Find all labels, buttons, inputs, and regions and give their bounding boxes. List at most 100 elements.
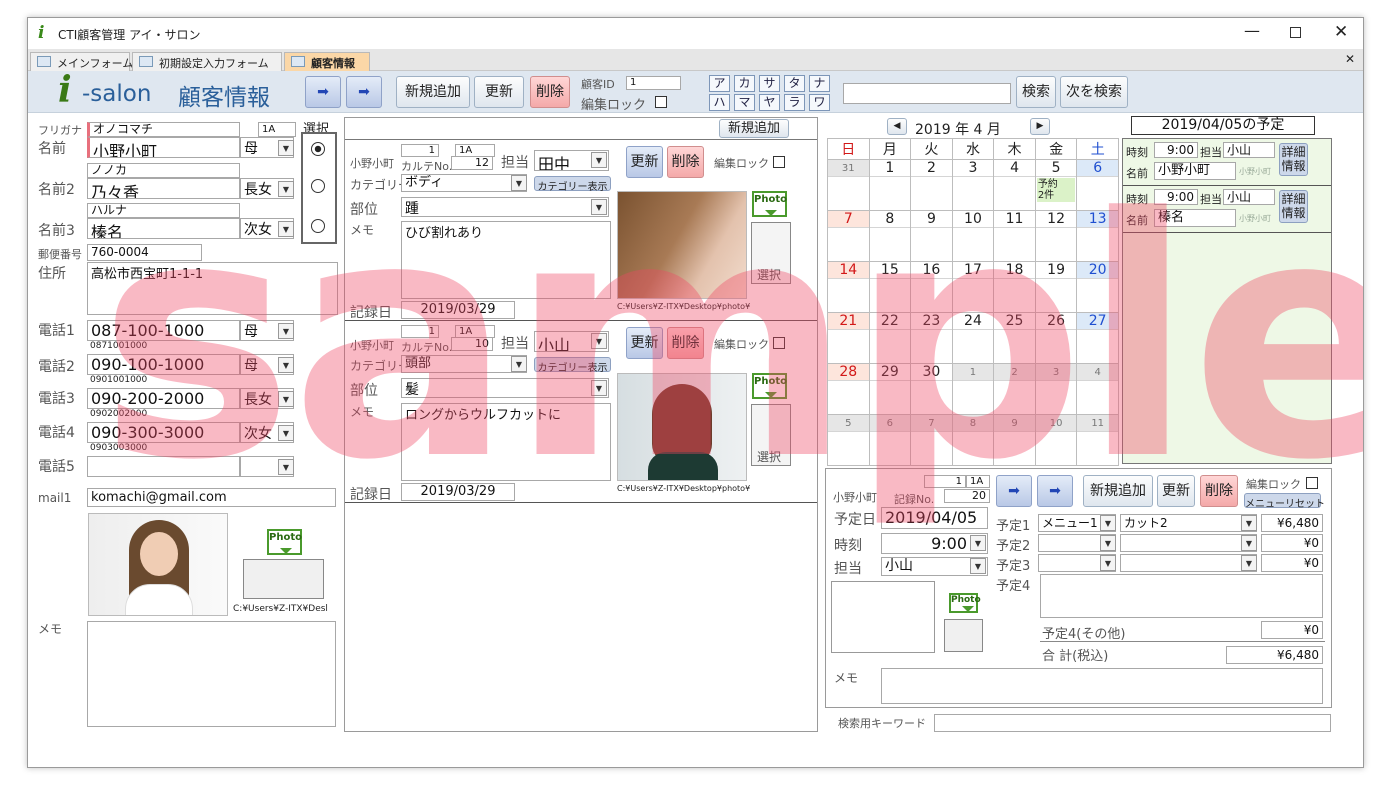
minimize-icon[interactable]: — (1244, 21, 1260, 40)
record2-cat-display-button[interactable]: カテゴリー表示 (534, 357, 611, 374)
calendar-day[interactable]: 29 (868, 363, 912, 415)
calendar-day[interactable]: 18 (993, 261, 1036, 313)
record2-photo-button[interactable]: Photo (752, 373, 787, 399)
calendar-day[interactable]: 1 (951, 363, 995, 415)
menu-reset-button[interactable]: メニューリセット (1244, 493, 1325, 510)
next-record-button[interactable]: ➡ (346, 76, 382, 108)
calendar-day[interactable]: 15 (868, 261, 912, 313)
calendar-day[interactable]: 28 (827, 363, 870, 415)
add-record-button[interactable]: 新規追加 (719, 119, 789, 138)
calendar-day[interactable]: 13 (1076, 210, 1119, 262)
prev-record-button[interactable]: ➡ (305, 76, 341, 108)
phone1-field[interactable]: 087-100-1000 (87, 320, 240, 341)
calendar-day[interactable]: 3 (1034, 363, 1078, 415)
name-field[interactable]: 小野小町 (87, 137, 240, 158)
chevron-down-icon[interactable]: ▼ (278, 357, 294, 373)
calendar-day[interactable]: 5 (827, 414, 870, 466)
record2-lock-checkbox[interactable] (773, 337, 785, 349)
calendar-day[interactable]: 26 (1034, 312, 1078, 364)
calendar-day[interactable]: 8 (868, 210, 912, 262)
chevron-down-icon[interactable]: ▼ (1241, 535, 1257, 551)
reservation-count-note[interactable]: 予約 2件 (1036, 178, 1076, 202)
kana-ha[interactable]: ハ (709, 94, 730, 111)
delete-customer-button[interactable]: 削除 (530, 76, 570, 108)
chevron-down-icon[interactable]: ▼ (1100, 555, 1116, 571)
chevron-down-icon[interactable]: ▼ (278, 391, 294, 407)
chevron-down-icon[interactable]: ▼ (591, 199, 607, 215)
radio-option-3[interactable] (311, 219, 325, 233)
res-delete-button[interactable]: 削除 (1200, 475, 1238, 507)
tab-main-form[interactable]: メインフォーム (30, 52, 133, 71)
calendar-day[interactable]: 1 (868, 159, 912, 211)
calendar-day[interactable]: 21 (827, 312, 870, 364)
chevron-down-icon[interactable]: ▼ (1241, 555, 1257, 571)
record1-date[interactable]: 2019/03/29 (401, 301, 515, 319)
next-search-button[interactable]: 次を検索 (1060, 76, 1128, 108)
tab-initial-settings[interactable]: 初期設定入力フォーム (132, 52, 282, 71)
calendar-day[interactable]: 11 (1076, 414, 1119, 466)
res-next-button[interactable]: ➡ (1037, 475, 1073, 507)
chevron-down-icon[interactable]: ▼ (278, 140, 294, 156)
chevron-down-icon[interactable]: ▼ (591, 333, 607, 349)
chevron-down-icon[interactable]: ▼ (278, 323, 294, 339)
kana-ya[interactable]: ヤ (759, 94, 780, 111)
kana-ma[interactable]: マ (734, 94, 755, 111)
chevron-down-icon[interactable]: ▼ (278, 425, 294, 441)
mail-field[interactable]: komachi@gmail.com (87, 488, 336, 507)
plan3-item[interactable] (1120, 554, 1257, 572)
calendar-day[interactable]: 31 (827, 159, 870, 211)
entry1-detail-button[interactable]: 詳細 情報 (1279, 143, 1308, 176)
calendar-day[interactable]: 9 (910, 210, 953, 262)
chevron-down-icon[interactable]: ▼ (970, 535, 986, 551)
calendar-day[interactable]: 20 (1076, 261, 1119, 313)
calendar-day[interactable]: 4 (1076, 363, 1119, 415)
record1-part[interactable]: 踵 (401, 197, 609, 217)
res-photo-slot[interactable] (944, 619, 983, 652)
calendar-day[interactable]: 7 (827, 210, 870, 262)
zip-field[interactable]: 760-0004 (87, 244, 202, 261)
radio-selected[interactable] (311, 142, 325, 156)
chevron-down-icon[interactable]: ▼ (1100, 535, 1116, 551)
chevron-down-icon[interactable]: ▼ (278, 181, 294, 197)
record1-select-label[interactable]: 選択 (757, 266, 781, 283)
search-input[interactable] (843, 83, 1011, 104)
record1-category[interactable]: ボディ (401, 174, 527, 192)
record2-select-label[interactable]: 選択 (757, 448, 781, 465)
tab-customer-info[interactable]: 顧客情報 (284, 52, 370, 71)
kana-a[interactable]: ア (709, 75, 730, 92)
chevron-down-icon[interactable]: ▼ (970, 558, 986, 574)
close-icon[interactable]: ✕ (1334, 22, 1348, 42)
chevron-down-icon[interactable]: ▼ (278, 221, 294, 237)
calendar-day[interactable]: 17 (951, 261, 995, 313)
calendar-day[interactable]: 6 (1076, 159, 1119, 211)
edit-lock-checkbox[interactable] (655, 96, 667, 108)
furigana3-field[interactable]: ハルナ (87, 203, 240, 218)
kana-na[interactable]: ナ (809, 75, 830, 92)
calendar-day[interactable]: 2 (993, 363, 1036, 415)
res-memo-field[interactable] (881, 668, 1323, 704)
calendar-day[interactable]: 19 (1034, 261, 1078, 313)
phone4-field[interactable]: 090-300-3000 (87, 422, 240, 443)
update-customer-button[interactable]: 更新 (474, 76, 524, 108)
record2-update-button[interactable]: 更新 (626, 327, 663, 359)
kana-ka[interactable]: カ (734, 75, 755, 92)
kana-wa[interactable]: ワ (809, 94, 830, 111)
calendar-day[interactable]: 10 (1034, 414, 1078, 466)
record2-category[interactable]: 頭部 (401, 355, 527, 373)
kana-ra[interactable]: ラ (784, 94, 805, 111)
res-new-button[interactable]: 新規追加 (1083, 475, 1153, 507)
record1-cat-display-button[interactable]: カテゴリー表示 (534, 176, 611, 193)
record1-lock-checkbox[interactable] (773, 156, 785, 168)
calendar-day[interactable]: 10 (951, 210, 995, 262)
record2-part[interactable]: 髪 (401, 378, 609, 398)
kana-ta[interactable]: タ (784, 75, 805, 92)
calendar-day[interactable]: 9 (993, 414, 1036, 466)
photo-slot[interactable] (243, 559, 324, 599)
chevron-down-icon[interactable]: ▼ (591, 152, 607, 168)
res-date[interactable]: 2019/04/05 (881, 507, 988, 529)
photo-button[interactable]: Photo (267, 529, 302, 555)
res-photo-button[interactable]: Photo (949, 593, 981, 613)
record1-delete-button[interactable]: 削除 (667, 146, 704, 178)
calendar-day[interactable]: 24 (951, 312, 995, 364)
calendar-day[interactable]: 4 (993, 159, 1036, 211)
